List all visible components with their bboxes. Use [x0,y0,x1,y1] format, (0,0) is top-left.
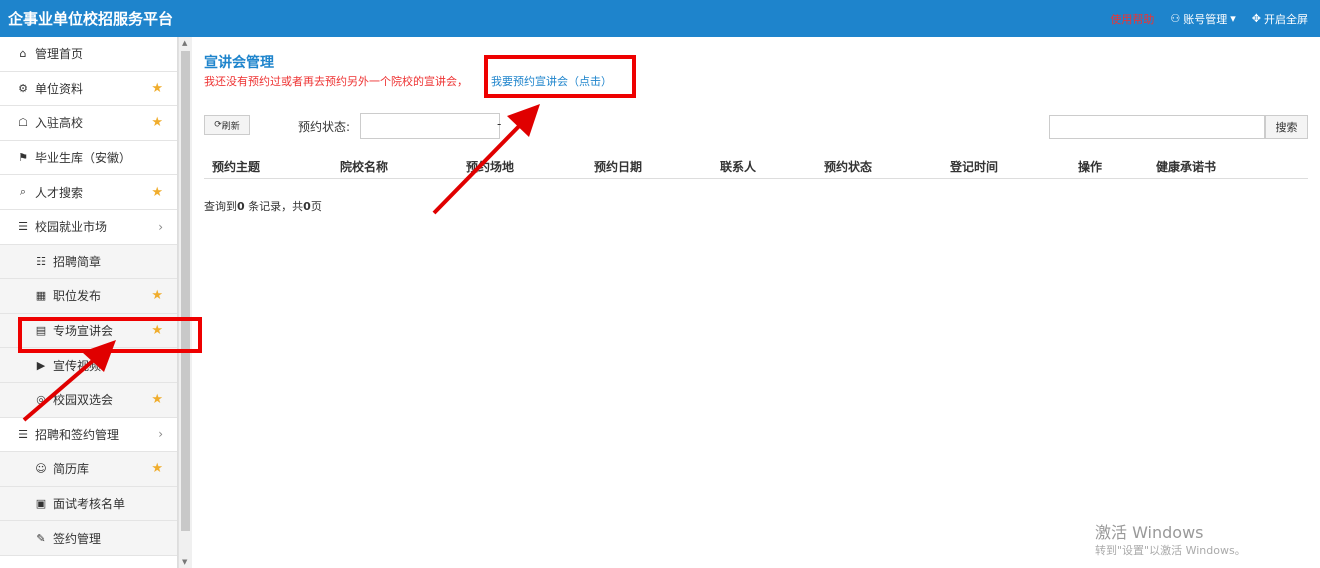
chevron-right-icon: › [158,427,163,442]
refresh-label: 刷新 [221,121,240,132]
calendar-icon: ▣ [35,497,47,511]
star-icon: ★ [151,461,163,477]
sidebar-item[interactable]: ✎ 签约管理 [0,521,177,556]
column-header: 院校名称 [340,160,389,174]
bank-icon: ☖ [18,116,28,130]
chevron-right-icon: › [158,219,163,234]
sidebar-item[interactable]: ☷ 招聘简章 [0,244,177,280]
home-icon: ⌂ [19,47,27,61]
column-header: 预约场地 [466,160,515,174]
help-link[interactable]: 使用帮助 [1110,11,1154,27]
sidebar-item-label: 毕业生库（安徽） [35,151,132,166]
windows-activation-watermark: 激活 Windows [1095,523,1204,542]
network-icon: ◎ [36,393,46,407]
star-icon: ★ [151,184,163,200]
top-navigation-bar: 企事业单位校招服务平台 使用帮助 ⚇ 账号管理 ▾ ✥ 开启全屏 [0,0,1320,37]
users-icon: ⚇ [1170,12,1181,25]
sidebar-item[interactable]: ⚙ 单位资料 ★ [0,72,177,107]
sidebar-item-label: 单位资料 [35,81,84,96]
video-icon: ▶ [36,358,46,372]
record-count-value: 0 [237,200,245,213]
sidebar-item-label: 招聘和签约管理 [35,427,120,442]
status-filter-select[interactable] [360,113,500,139]
sidebar-item-label: 面试考核名单 [53,497,126,512]
column-header: 健康承诺书 [1156,160,1217,174]
star-icon: ★ [151,115,163,131]
account-menu[interactable]: ⚇ 账号管理 ▾ [1170,11,1235,27]
sidebar-item-label: 入驻高校 [35,116,84,131]
column-header: 预约主题 [212,160,261,174]
search-button[interactable]: 搜索 [1265,115,1308,139]
status-filter-label: 预约状态: [298,120,351,134]
table-header: 预约主题 院校名称 预约场地 预约日期 联系人 预约状态 登记时间 操作 健康承… [204,149,1308,179]
sidebar-item-label: 招聘简章 [53,254,102,269]
sidebar-item[interactable]: ▶ 宣传视频 [0,348,177,383]
scroll-up-arrow-icon[interactable]: ▲ [182,39,187,47]
sidebar-scrollbar[interactable]: ▲ ▼ [178,37,192,568]
refresh-button[interactable]: ⟳ 刷新 [204,115,250,135]
top-right-menu: 使用帮助 ⚇ 账号管理 ▾ ✥ 开启全屏 [1110,0,1308,37]
expand-icon: ✥ [1251,12,1261,25]
scroll-down-arrow-icon[interactable]: ▼ [182,558,187,566]
page-title: 宣讲会管理 [204,55,274,71]
search-icon: ⌕ [19,185,27,199]
record-pages-value: 0 [303,200,311,213]
star-icon: ★ [151,80,163,96]
sidebar-item[interactable]: ⚑ 毕业生库（安徽） [0,141,177,176]
column-header: 登记时间 [950,160,999,174]
sidebar-item[interactable]: ⌕ 人才搜索 ★ [0,175,177,210]
sidebar-item[interactable]: ☺ 简历库 ★ [0,452,177,487]
windows-activation-hint: 转到"设置"以激活 Windows。 [1095,544,1246,557]
record-suffix: 页 [310,200,322,213]
column-header: 预约状态 [824,160,873,174]
users-icon: ☺ [35,462,47,476]
main-content: 宣讲会管理 我还没有预约过或者再去预约另外一个院校的宣讲会， 我要预约宣讲会（点… [204,37,1308,568]
notice-text: 我还没有预约过或者再去预约另外一个院校的宣讲会， [204,75,468,88]
caret-down-icon: ▾ [1230,12,1236,25]
sidebar-item[interactable]: ▦ 职位发布 ★ [0,279,177,314]
graduation-cap-icon: ⚑ [18,151,28,165]
sidebar-item-label: 校园就业市场 [35,220,108,235]
sidebar-item-label: 宣传视频 [53,358,102,373]
column-header: 操作 [1078,160,1103,174]
fullscreen-button[interactable]: ✥ 开启全屏 [1252,11,1308,27]
sidebar-item-label: 管理首页 [35,47,84,62]
sidebar-item[interactable]: ⌂ 管理首页 [0,37,177,72]
gear-icon: ⚙ [18,81,28,95]
sidebar-item-label: 人才搜索 [35,185,84,200]
search-input[interactable] [1049,115,1265,139]
star-icon: ★ [151,288,163,304]
star-icon: ★ [151,392,163,408]
platform-title: 企事业单位校招服务平台 [8,10,174,28]
refresh-icon: ⟳ [214,120,222,130]
sidebar-item-label: 职位发布 [53,289,102,304]
sidebar-item-label: 简历库 [53,462,90,477]
record-count: 查询到0 条记录，共0页 [204,198,322,214]
fullscreen-label: 开启全屏 [1264,12,1308,26]
column-header: 联系人 [720,160,757,174]
sidebar-item[interactable]: ☰ 校园就业市场 › [0,210,177,245]
sidebar-item-label: 校园双选会 [53,393,114,408]
range-dash: - [497,117,502,131]
edit-icon: ✎ [36,531,46,545]
column-header: 预约日期 [594,160,643,174]
sidebar-item[interactable]: ▣ 面试考核名单 [0,486,177,522]
sidebar: ⌂ 管理首页 ⚙ 单位资料 ★ ☖ 入驻高校 ★ ⚑ 毕业生库（安徽） ⌕ 人才搜索 ★ ☰ 校园就业市场 ›… [0,37,178,568]
annotation-box-seminar-item [18,317,202,353]
annotation-box-book-link [484,55,636,98]
sidebar-item[interactable]: ☖ 入驻高校 ★ [0,106,177,141]
list-icon: ☰ [18,427,28,441]
document-icon: ☷ [36,254,46,268]
grid-icon: ▦ [35,289,47,303]
scrollbar-thumb[interactable] [181,51,190,531]
record-mid: 条记录，共 [248,200,304,213]
record-prefix: 查询到 [204,200,237,213]
sidebar-item-label: 签约管理 [53,531,102,546]
sidebar-item[interactable]: ◎ 校园双选会 ★ [0,382,177,418]
account-menu-label: 账号管理 [1183,12,1228,26]
sidebar-item[interactable]: ☰ 招聘和签约管理 › [0,418,177,453]
list-icon: ☰ [18,220,28,234]
